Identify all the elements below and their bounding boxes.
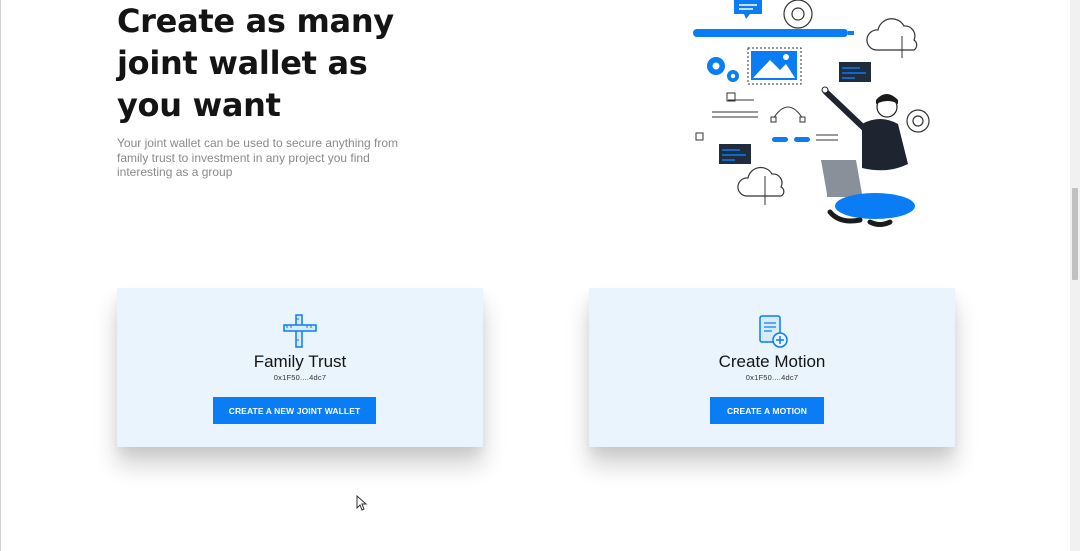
card-title: Create Motion bbox=[718, 352, 826, 371]
scrollbar-thumb[interactable] bbox=[1072, 188, 1078, 280]
hero-title: Create as many joint wallet as you want bbox=[117, 2, 394, 124]
vertical-scrollbar[interactable] bbox=[1070, 0, 1080, 551]
create-joint-wallet-button[interactable]: CREATE A NEW JOINT WALLET bbox=[213, 397, 376, 424]
person-with-laptop-illustration bbox=[693, 0, 930, 227]
create-motion-button[interactable]: CREATE A MOTION bbox=[710, 397, 824, 424]
page: Create as many joint wallet as you want … bbox=[0, 0, 1080, 551]
wallet-address: 0x1F50....4dc7 bbox=[273, 373, 327, 382]
hero-subtitle: Your joint wallet can be used to secure … bbox=[117, 136, 399, 179]
crossed-rulers-icon bbox=[283, 314, 317, 348]
card-title: Family Trust bbox=[253, 352, 347, 371]
document-add-icon bbox=[759, 315, 788, 348]
mouse-cursor-icon bbox=[356, 495, 368, 511]
card-create-motion: Create Motion 0x1F50....4dc7 CREATE A MO… bbox=[589, 288, 955, 447]
wallet-address: 0x1F50....4dc7 bbox=[745, 373, 799, 382]
card-family-trust: Family Trust 0x1F50....4dc7 CREATE A NEW… bbox=[117, 288, 483, 447]
window-edge bbox=[0, 0, 1, 551]
